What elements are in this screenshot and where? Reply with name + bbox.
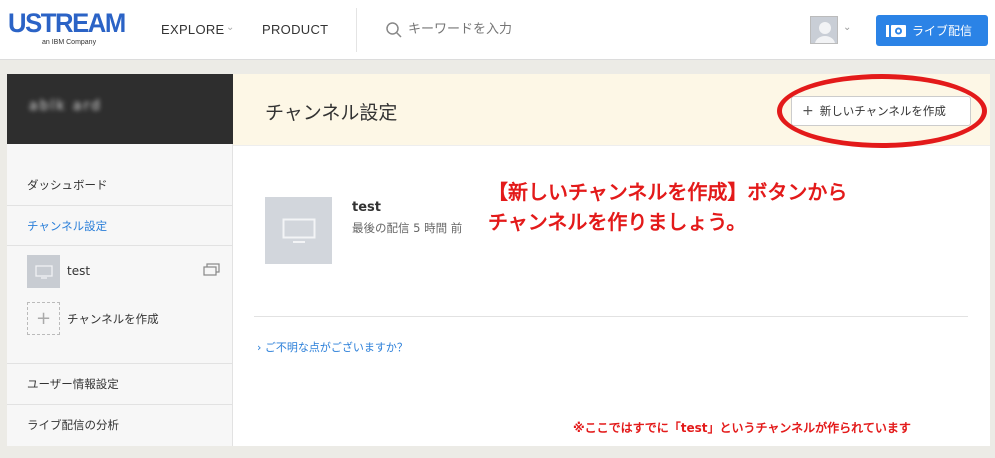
- help-link[interactable]: › ご不明な点がございますか？: [257, 339, 408, 355]
- highlight-ellipse: [777, 74, 987, 148]
- sidebar: ablk ard ダッシュボード チャンネル設定 test + チャンネルを作成…: [7, 74, 233, 446]
- sidebar-divider: [7, 205, 233, 206]
- channel-card-thumbnail[interactable]: [265, 197, 332, 264]
- nav-explore[interactable]: EXPLORE: [161, 22, 225, 37]
- channel-last-broadcast: 最後の配信 5 時間 前: [352, 221, 463, 235]
- annotation-line-2: チャンネルを作りましょう。: [488, 210, 747, 234]
- live-broadcast-button[interactable]: ライブ配信: [876, 15, 988, 46]
- sidebar-item-user-settings[interactable]: ユーザー情報設定: [27, 376, 119, 392]
- annotation-note: ※ここではすでに「test」というチャンネルが作られています: [573, 421, 911, 435]
- logo-subtext: an IBM Company: [42, 39, 97, 46]
- monitor-icon: [282, 218, 315, 243]
- sidebar-item-dashboard[interactable]: ダッシュボード: [27, 177, 108, 193]
- sidebar-item-analytics[interactable]: ライブ配信の分析: [27, 417, 119, 433]
- channel-card-name[interactable]: test: [352, 200, 381, 215]
- annotation-line-1: 【新しいチャンネルを作成】ボタンから: [488, 180, 848, 204]
- chevron-down-icon[interactable]: ⌄: [226, 22, 234, 33]
- avatar[interactable]: [810, 16, 838, 44]
- popout-icon[interactable]: [203, 263, 220, 276]
- chevron-down-icon[interactable]: ⌄: [843, 22, 851, 33]
- sidebar-channel-name[interactable]: test: [67, 264, 90, 278]
- chevron-right-icon: ›: [257, 341, 262, 354]
- channel-thumbnail[interactable]: [27, 255, 60, 288]
- sidebar-divider: [7, 404, 233, 405]
- content-divider: [254, 316, 968, 317]
- main-content: チャンネル設定 + 新しいチャンネルを作成 test 最後の配信 5 時間 前 …: [233, 74, 990, 446]
- nav-product[interactable]: PRODUCT: [262, 22, 328, 37]
- search-icon[interactable]: [385, 21, 403, 39]
- sidebar-item-channel-settings[interactable]: チャンネル設定: [27, 218, 107, 234]
- monitor-icon: [34, 264, 53, 279]
- nav-divider: [356, 8, 357, 52]
- logo-text: USTREAM: [8, 8, 126, 38]
- create-channel-link[interactable]: チャンネルを作成: [67, 311, 159, 327]
- help-link-label: ご不明な点がございますか？: [264, 341, 408, 354]
- user-icon: [815, 22, 835, 43]
- sidebar-divider: [7, 245, 233, 246]
- live-broadcast-label: ライブ配信: [912, 24, 973, 38]
- ustream-logo[interactable]: USTREAM an IBM Company: [8, 8, 136, 50]
- username[interactable]: ablk ard: [29, 98, 102, 114]
- sidebar-divider: [7, 363, 233, 364]
- broadcast-icon: [886, 24, 906, 37]
- page-title: チャンネル設定: [265, 102, 398, 124]
- top-navbar: USTREAM an IBM Company EXPLORE ⌄ PRODUCT…: [0, 0, 995, 60]
- search-input[interactable]: [408, 21, 608, 36]
- add-channel-icon[interactable]: +: [27, 302, 60, 335]
- sidebar-header: ablk ard: [7, 74, 233, 144]
